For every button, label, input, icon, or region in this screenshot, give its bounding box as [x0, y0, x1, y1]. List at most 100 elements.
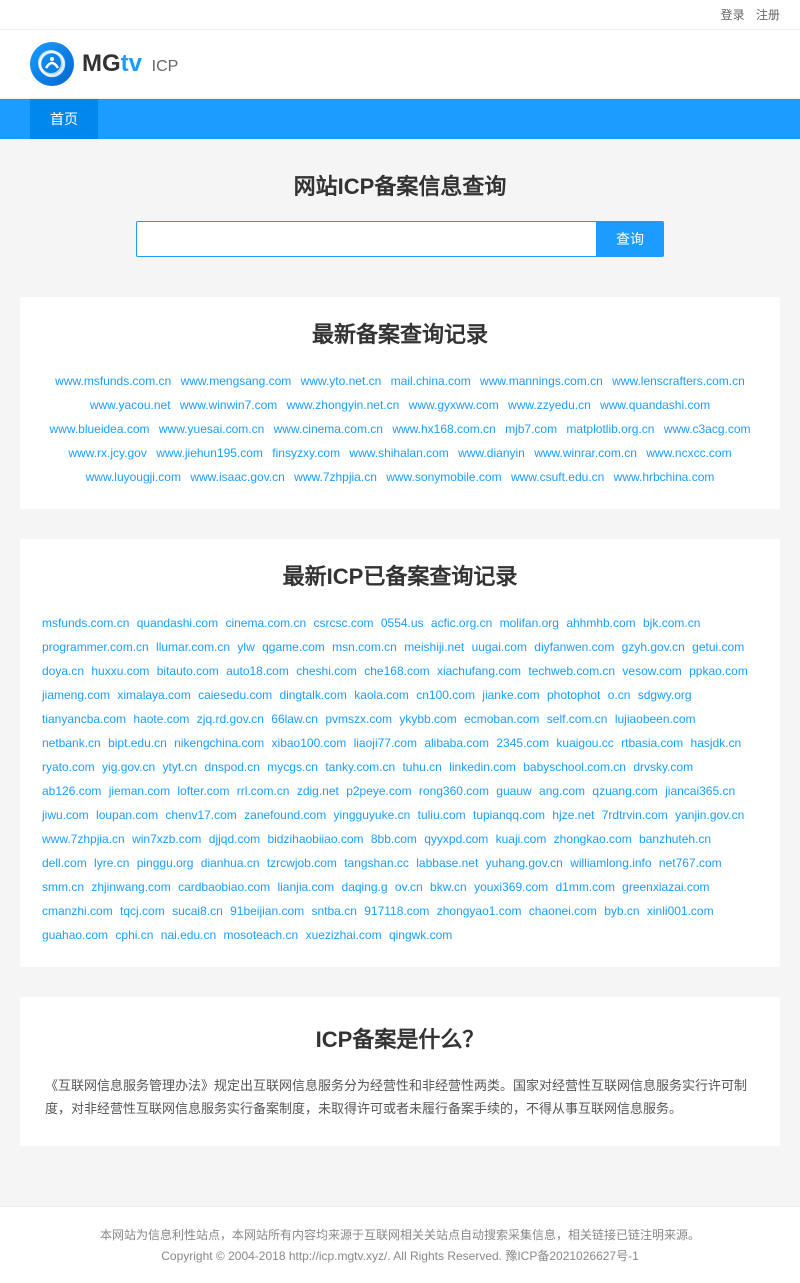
recent-link-item[interactable]: www.blueidea.com	[49, 422, 149, 436]
icp-link-item[interactable]: cheshi.com	[296, 664, 357, 678]
icp-link-item[interactable]: zdig.net	[297, 784, 339, 798]
icp-link-item[interactable]: d1mm.com	[555, 880, 614, 894]
recent-link-item[interactable]: www.lenscrafters.com.cn	[612, 374, 745, 388]
icp-link-item[interactable]: bipt.edu.cn	[108, 736, 167, 750]
icp-link-item[interactable]: xinli001.com	[647, 904, 714, 918]
icp-link-item[interactable]: nikengchina.com	[174, 736, 264, 750]
icp-link-item[interactable]: chenv17.com	[165, 808, 236, 822]
icp-link-item[interactable]: guauw	[496, 784, 531, 798]
icp-link-item[interactable]: zhjinwang.com	[91, 880, 170, 894]
recent-link-item[interactable]: www.zzyedu.cn	[508, 398, 591, 412]
icp-link-item[interactable]: kuaigou.cc	[556, 736, 613, 750]
icp-link-item[interactable]: qyyxpd.com	[424, 832, 488, 846]
icp-link-item[interactable]: programmer.com.cn	[42, 640, 149, 654]
icp-link-item[interactable]: huxxu.com	[91, 664, 149, 678]
recent-link-item[interactable]: www.cinema.com.cn	[274, 422, 383, 436]
recent-link-item[interactable]: www.hx168.com.cn	[392, 422, 495, 436]
icp-link-item[interactable]: ryato.com	[42, 760, 95, 774]
icp-link-item[interactable]: bitauto.com	[157, 664, 219, 678]
icp-link-item[interactable]: linkedin.com	[449, 760, 516, 774]
recent-link-item[interactable]: www.c3acg.com	[664, 422, 751, 436]
icp-link-item[interactable]: lyre.cn	[94, 856, 129, 870]
icp-link-item[interactable]: net767.com	[659, 856, 722, 870]
recent-link-item[interactable]: www.yacou.net	[90, 398, 171, 412]
icp-link-item[interactable]: 91beijian.com	[230, 904, 304, 918]
icp-link-item[interactable]: meishiji.net	[404, 640, 464, 654]
icp-link-item[interactable]: ytyt.cn	[163, 760, 198, 774]
icp-link-item[interactable]: 917118.com	[364, 904, 429, 918]
icp-link-item[interactable]: zanefound.com	[244, 808, 326, 822]
search-input[interactable]	[136, 221, 596, 257]
icp-link-item[interactable]: banzhuteh.cn	[639, 832, 711, 846]
icp-link-item[interactable]: csrcsc.com	[314, 616, 374, 630]
icp-link-item[interactable]: drvsky.com	[633, 760, 693, 774]
icp-link-item[interactable]: dell.com	[42, 856, 87, 870]
icp-link-item[interactable]: vesow.com	[622, 664, 681, 678]
recent-link-item[interactable]: www.hrbchina.com	[614, 470, 715, 484]
icp-link-item[interactable]: williamlong.info	[570, 856, 651, 870]
icp-link-item[interactable]: ang.com	[539, 784, 585, 798]
icp-link-item[interactable]: getui.com	[692, 640, 744, 654]
icp-link-item[interactable]: liaoji77.com	[354, 736, 417, 750]
icp-link-item[interactable]: che168.com	[364, 664, 429, 678]
icp-link-item[interactable]: xuezizhai.com	[306, 928, 382, 942]
icp-link-item[interactable]: smm.cn	[42, 880, 84, 894]
recent-link-item[interactable]: www.yuesai.com.cn	[159, 422, 264, 436]
recent-link-item[interactable]: www.shihalan.com	[349, 446, 448, 460]
icp-link-item[interactable]: 7rdtrvin.com	[602, 808, 668, 822]
icp-link-item[interactable]: guahao.com	[42, 928, 108, 942]
icp-link-item[interactable]: tuliu.com	[418, 808, 466, 822]
icp-link-item[interactable]: auto18.com	[226, 664, 289, 678]
icp-link-item[interactable]: doya.cn	[42, 664, 84, 678]
recent-link-item[interactable]: www.ncxcc.com	[646, 446, 731, 460]
icp-link-item[interactable]: gzyh.gov.cn	[622, 640, 685, 654]
icp-link-item[interactable]: rrl.com.cn	[237, 784, 290, 798]
icp-link-item[interactable]: dianhua.cn	[201, 856, 260, 870]
icp-link-item[interactable]: yig.gov.cn	[102, 760, 155, 774]
icp-link-item[interactable]: qzuang.com	[592, 784, 657, 798]
icp-link-item[interactable]: 66law.cn	[271, 712, 318, 726]
icp-link-item[interactable]: pinggu.org	[137, 856, 194, 870]
recent-link-item[interactable]: www.msfunds.com.cn	[55, 374, 171, 388]
icp-link-item[interactable]: sucai8.cn	[172, 904, 223, 918]
icp-link-item[interactable]: ykybb.com	[399, 712, 456, 726]
icp-link-item[interactable]: greenxiazai.com	[622, 880, 709, 894]
icp-link-item[interactable]: 8bb.com	[371, 832, 417, 846]
icp-link-item[interactable]: tzrcwjob.com	[267, 856, 337, 870]
icp-link-item[interactable]: self.com.cn	[547, 712, 608, 726]
icp-link-item[interactable]: youxi369.com	[474, 880, 548, 894]
icp-link-item[interactable]: uugai.com	[472, 640, 527, 654]
icp-link-item[interactable]: 0554.us	[381, 616, 424, 630]
recent-link-item[interactable]: www.jiehun195.com	[156, 446, 263, 460]
recent-link-item[interactable]: www.yto.net.cn	[301, 374, 382, 388]
icp-link-item[interactable]: caiesedu.com	[198, 688, 272, 702]
icp-link-item[interactable]: yuhang.gov.cn	[486, 856, 563, 870]
recent-link-item[interactable]: mail.china.com	[391, 374, 471, 388]
icp-link-item[interactable]: tuhu.cn	[402, 760, 441, 774]
icp-link-item[interactable]: lofter.com	[177, 784, 229, 798]
recent-link-item[interactable]: mjb7.com	[505, 422, 557, 436]
icp-link-item[interactable]: photophot	[547, 688, 600, 702]
recent-link-item[interactable]: www.mengsang.com	[181, 374, 292, 388]
icp-link-item[interactable]: ximalaya.com	[117, 688, 190, 702]
icp-link-item[interactable]: cinema.com.cn	[225, 616, 306, 630]
icp-link-item[interactable]: zhongkao.com	[554, 832, 632, 846]
nav-item-home[interactable]: 首页	[30, 99, 98, 139]
icp-link-item[interactable]: kaola.com	[354, 688, 409, 702]
icp-link-item[interactable]: msn.com.cn	[332, 640, 397, 654]
icp-link-item[interactable]: djjqd.com	[209, 832, 260, 846]
icp-link-item[interactable]: byb.cn	[604, 904, 639, 918]
recent-link-item[interactable]: www.rx.jcy.gov	[68, 446, 146, 460]
icp-link-item[interactable]: jieman.com	[109, 784, 170, 798]
recent-link-item[interactable]: finsyzxy.com	[272, 446, 340, 460]
icp-link-item[interactable]: dingtalk.com	[279, 688, 346, 702]
recent-link-item[interactable]: www.dianyin	[458, 446, 525, 460]
recent-link-item[interactable]: www.luyougji.com	[86, 470, 181, 484]
register-link[interactable]: 注册	[756, 8, 780, 22]
recent-link-item[interactable]: www.mannings.com.cn	[480, 374, 603, 388]
icp-link-item[interactable]: bidzihaobiiao.com	[267, 832, 363, 846]
icp-link-item[interactable]: o.cn	[608, 688, 631, 702]
icp-link-item[interactable]: cmanzhi.com	[42, 904, 113, 918]
recent-link-item[interactable]: www.sonymobile.com	[386, 470, 501, 484]
icp-link-item[interactable]: ppkao.com	[689, 664, 748, 678]
